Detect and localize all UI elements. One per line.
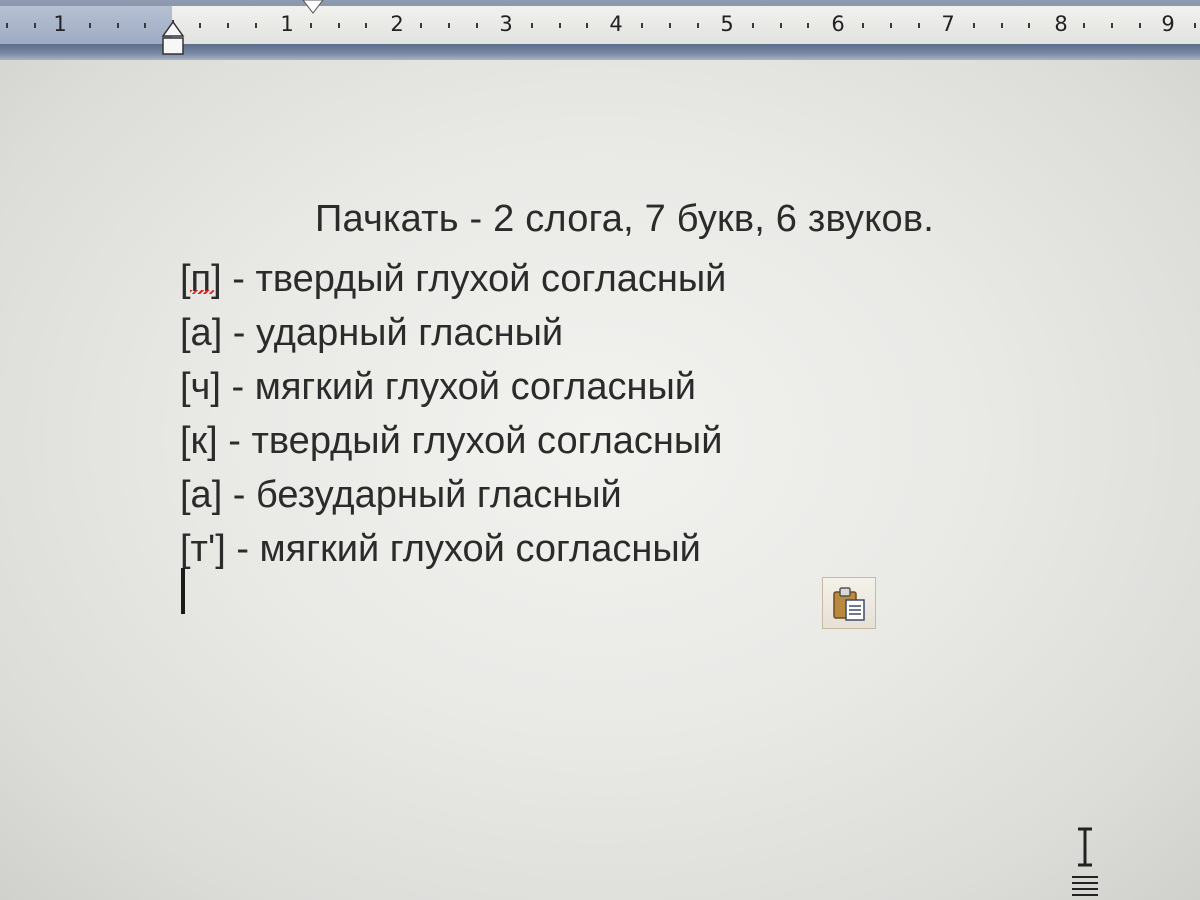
sound-description: - твердый глухой согласный [221,258,727,300]
ruler-tick [973,23,975,28]
text-insertion-caret [181,568,185,614]
ruler-tick [752,23,754,28]
ruler-tick [310,23,312,28]
ruler-number: 9 [1161,12,1175,36]
ruler-tick [586,23,588,28]
ruler-tick [199,23,201,28]
ruler-tick [1194,23,1196,28]
ruler-number: 1 [280,12,294,36]
horizontal-ruler[interactable]: 1 1 2 3 4 5 6 7 8 9 [0,0,1200,60]
list-item: [к] - твердый глухой согласный [180,414,726,468]
ruler-tick [1111,23,1113,28]
ruler-number: 6 [831,12,845,36]
ruler-tick [559,23,561,28]
ruler-tick [1083,23,1085,28]
ruler-tick [365,23,367,28]
ruler-tick [890,23,892,28]
ruler-number: 2 [390,12,404,36]
ruler-tick [669,23,671,28]
ruler-tick [641,23,643,28]
sound-analysis-list: [п] - твердый глухой согласный [а] - уда… [180,252,726,576]
sound-symbol: [к] [180,420,218,462]
tab-stop-icon[interactable] [300,0,326,14]
ruler-tick [862,23,864,28]
sound-description: - мягкий глухой согласный [225,528,701,570]
document-page[interactable]: Пачкать - 2 слога, 7 букв, 6 звуков. [п]… [0,60,1200,900]
ruler-left-margin [0,6,172,44]
ruler-number: 4 [609,12,623,36]
ruler-tick [144,23,146,28]
sound-symbol: [т'] [180,528,226,570]
ruler-tick [34,23,36,28]
sound-symbol: [п] [180,258,222,300]
ruler-tick [117,23,119,28]
ruler-tick [227,23,229,28]
list-item: [а] - безударный гласный [180,468,726,522]
ruler-tick [1139,23,1141,28]
ibeam-cursor-icon [1072,827,1098,896]
ruler-tick [89,23,91,28]
ruler-number: 8 [1054,12,1068,36]
list-item: [п] - твердый глухой согласный [180,252,726,306]
ruler-tick [476,23,478,28]
ruler-tick [420,23,422,28]
ruler-tick [531,23,533,28]
sound-symbol: [а] [180,474,223,516]
sound-description: - ударный гласный [222,312,564,354]
paste-options-icon [833,587,865,621]
ruler-tick [255,23,257,28]
ruler-number: 7 [941,12,955,36]
ruler-number: 5 [720,12,734,36]
ruler-tick [780,23,782,28]
list-item: [а] - ударный гласный [180,306,726,360]
ruler-tick [338,23,340,28]
ruler-number: 1 [53,12,67,36]
ruler-tick [6,23,8,28]
ruler-tick [697,23,699,28]
ruler-tick [448,23,450,28]
ruler-tick [807,23,809,28]
ruler-tick [918,23,920,28]
sound-description: - безударный гласный [222,474,622,516]
paste-options-button[interactable] [822,577,876,629]
sound-description: - твердый глухой согласный [217,420,723,462]
ruler-tick [1028,23,1030,28]
indent-marker-icon[interactable] [161,22,185,58]
ruler-tick [1001,23,1003,28]
sound-symbol: [а] [180,312,223,354]
document-title-line: Пачкать - 2 слога, 7 букв, 6 звуков. [315,198,934,240]
list-item: [ч] - мягкий глухой согласный [180,360,726,414]
ruler-number: 3 [499,12,513,36]
sound-symbol: [ч] [180,366,221,408]
sound-description: - мягкий глухой согласный [220,366,696,408]
list-item: [т'] - мягкий глухой согласный [180,522,726,576]
